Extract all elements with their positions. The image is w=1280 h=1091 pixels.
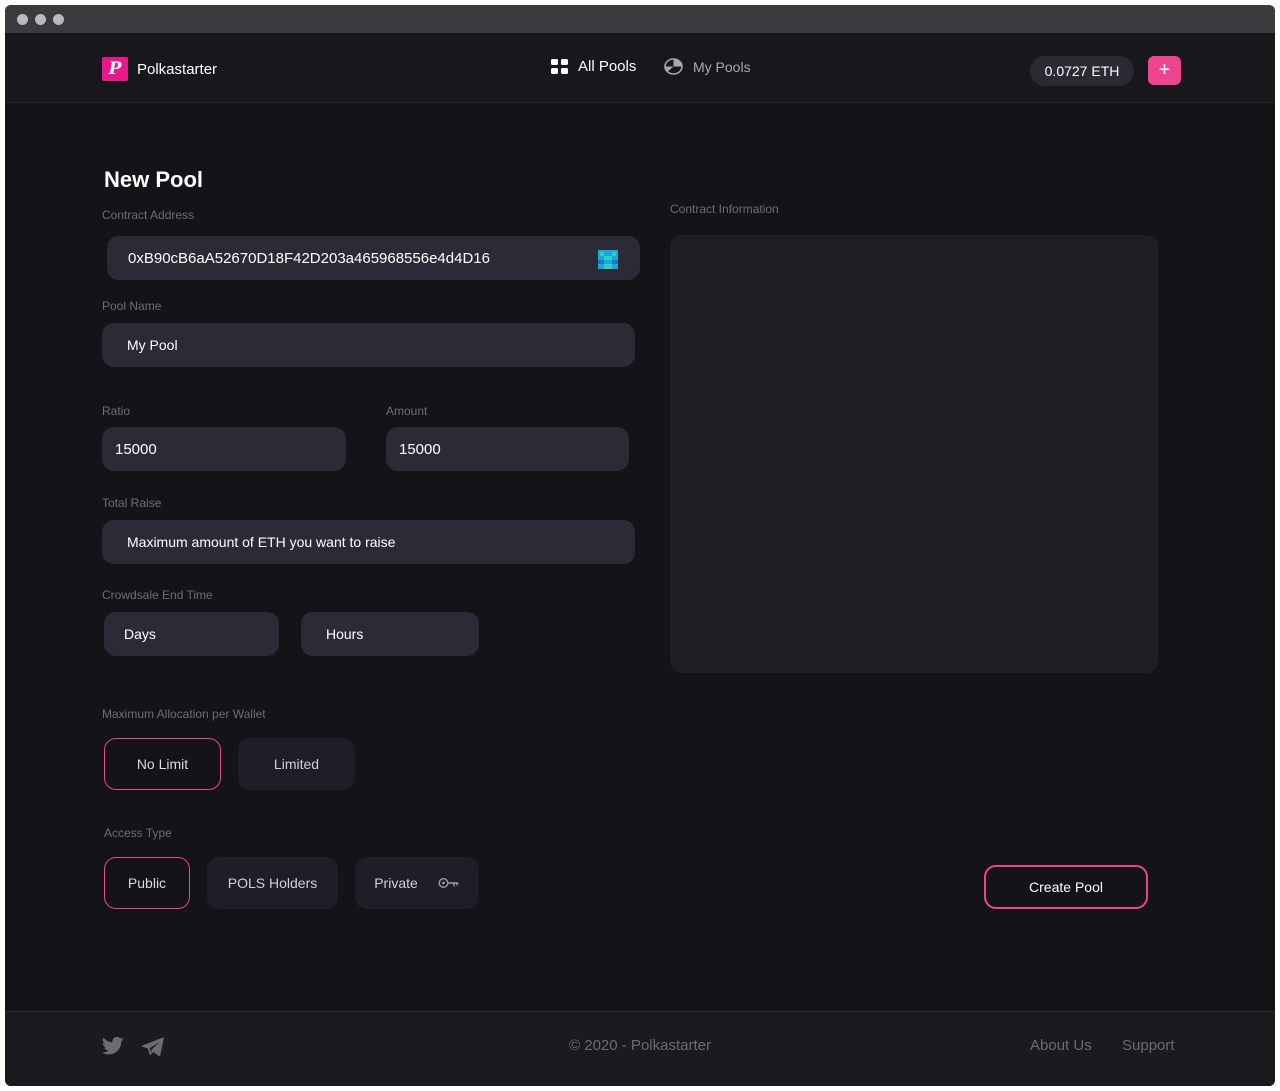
limited-label: Limited [273, 756, 320, 772]
total-raise-field[interactable]: Maximum amount of ETH you want to raise [102, 520, 635, 564]
max-allocation-label: Maximum Allocation per Wallet [102, 707, 266, 721]
hours-placeholder: Hours [326, 626, 364, 642]
identicon-icon [598, 250, 618, 269]
key-icon [438, 877, 459, 889]
nav-all-pools-label: All Pools [578, 58, 637, 75]
grid-icon [551, 59, 568, 74]
footer: © 2020 - Polkastarter About Us Support [5, 1011, 1275, 1086]
nav-my-pools-label: My Pools [693, 58, 751, 75]
window-titlebar [5, 5, 1275, 33]
pols-holders-option[interactable]: POLS Holders [207, 857, 338, 909]
access-type-label: Access Type [104, 826, 172, 840]
ratio-value: 15000 [115, 440, 157, 458]
private-label: Private [374, 875, 418, 891]
hours-field[interactable]: Hours [301, 612, 479, 656]
eth-balance-badge[interactable]: 0.0727 ETH [1030, 56, 1134, 86]
create-pool-button[interactable]: Create Pool [984, 865, 1148, 909]
brand-name: Polkastarter [137, 60, 218, 78]
support-link[interactable]: Support [1122, 1037, 1175, 1054]
ratio-label: Ratio [102, 404, 131, 418]
page-title: New Pool [104, 167, 204, 192]
amount-value: 15000 [399, 440, 441, 458]
nav-my-pools[interactable]: My Pools [664, 58, 751, 75]
public-label: Public [127, 875, 167, 891]
nav-all-pools[interactable]: All Pools [551, 58, 636, 75]
contract-address-label: Contract Address [102, 208, 195, 222]
amount-label: Amount [386, 404, 428, 418]
polkastarter-logo-icon: P [102, 57, 128, 81]
pie-chart-icon [664, 58, 683, 75]
public-option[interactable]: Public [104, 857, 190, 909]
total-raise-label: Total Raise [102, 496, 162, 510]
pool-name-value: My Pool [127, 337, 178, 353]
no-limit-option[interactable]: No Limit [104, 738, 221, 790]
window-minimize-dot[interactable] [35, 14, 46, 25]
contract-info-panel [670, 235, 1158, 673]
amount-field[interactable]: 15000 [386, 427, 629, 471]
top-navigation: P Polkastarter All Pools My Pools 0.0727… [5, 33, 1275, 103]
contract-address-value: 0xB90cB6aA52670D18F42D203a465968556e4d4D… [128, 249, 490, 267]
contract-info-label: Contract Information [670, 202, 779, 216]
window-maximize-dot[interactable] [53, 14, 64, 25]
pool-name-field[interactable]: My Pool [102, 323, 635, 367]
add-button[interactable]: + [1148, 56, 1181, 85]
window-close-dot[interactable] [17, 14, 28, 25]
end-time-label: Crowdsale End Time [102, 588, 213, 602]
private-option[interactable]: Private [355, 857, 479, 909]
pols-holders-label: POLS Holders [227, 875, 318, 891]
contract-address-field[interactable]: 0xB90cB6aA52670D18F42D203a465968556e4d4D… [107, 236, 640, 280]
app-window: P Polkastarter All Pools My Pools 0.0727… [5, 5, 1275, 1086]
days-placeholder: Days [124, 626, 156, 642]
limited-option[interactable]: Limited [238, 738, 355, 790]
brand-logo[interactable]: P Polkastarter [102, 57, 217, 81]
ratio-field[interactable]: 15000 [102, 427, 346, 471]
no-limit-label: No Limit [136, 756, 189, 772]
about-us-link[interactable]: About Us [1030, 1037, 1092, 1054]
total-raise-placeholder: Maximum amount of ETH you want to raise [127, 534, 396, 550]
pool-name-label: Pool Name [102, 299, 162, 313]
days-field[interactable]: Days [104, 612, 279, 656]
